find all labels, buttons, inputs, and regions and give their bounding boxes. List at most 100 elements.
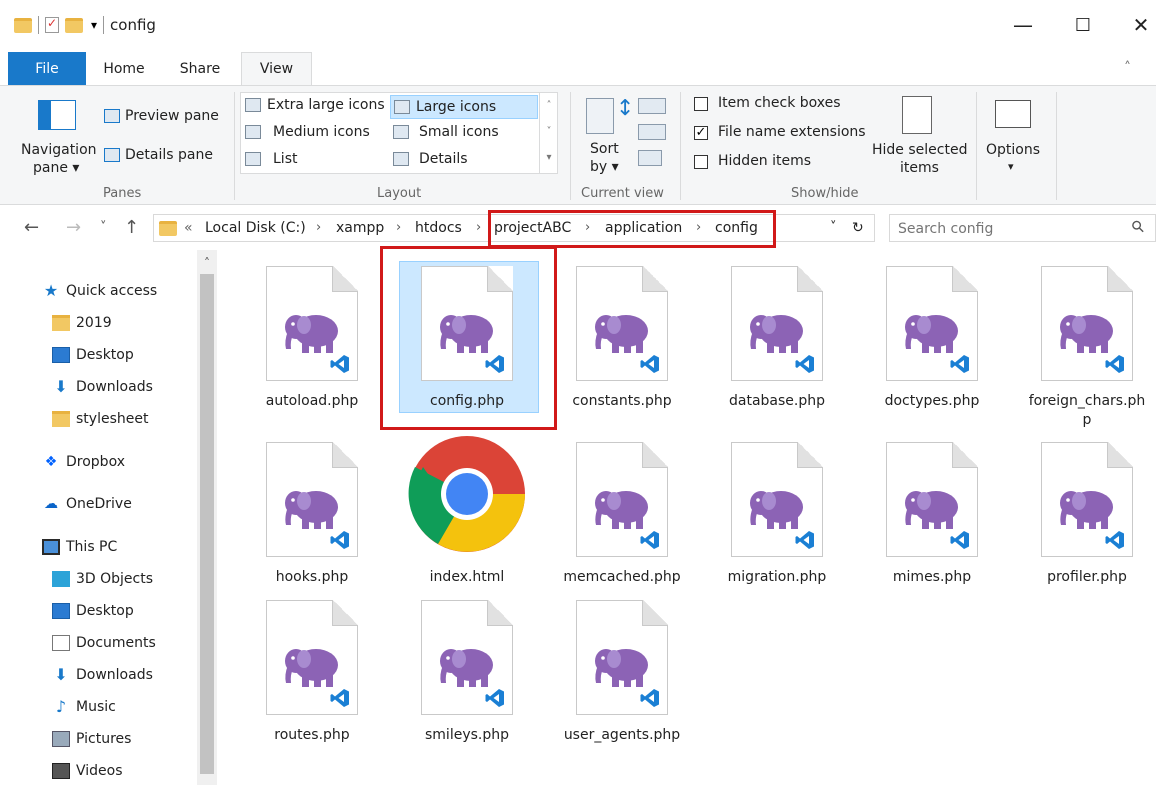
preview-pane-label: Preview pane	[125, 108, 219, 124]
pc-icon	[42, 539, 60, 555]
nav-item-desktop[interactable]: Desktop	[52, 342, 134, 368]
vscode-icon	[795, 355, 814, 373]
layout-details[interactable]: Details	[393, 151, 468, 167]
collapse-ribbon-icon[interactable]: ˄	[1124, 60, 1131, 76]
chevron-right-icon[interactable]: ›	[316, 220, 321, 235]
search-box[interactable]: ⚲	[889, 214, 1156, 242]
file-item[interactable]: routes.php	[237, 598, 387, 748]
scroll-thumb[interactable]	[200, 274, 214, 774]
ribbon-tabs: File Home Share View ˄	[0, 52, 1156, 85]
search-icon[interactable]: ⚲	[1127, 216, 1149, 238]
address-row: ← → ˅ ↑ « Local Disk (C:) › xampp › htdo…	[0, 206, 1156, 250]
nav-item-dropbox[interactable]: ❖ Dropbox	[42, 449, 125, 475]
minimize-button[interactable]: —	[1000, 10, 1046, 40]
tab-file[interactable]: File	[8, 52, 86, 85]
file-item[interactable]: database.php	[702, 264, 852, 414]
hidden-items-label: Hidden items	[718, 153, 812, 169]
close-button[interactable]: ✕	[1118, 10, 1156, 40]
tab-home[interactable]: Home	[96, 52, 152, 85]
file-item[interactable]: index.html	[392, 436, 542, 590]
small-icons-icon	[393, 125, 409, 139]
nav-item-label: Downloads	[76, 379, 153, 395]
file-item[interactable]: constants.php	[547, 264, 697, 414]
navigation-pane: ★ Quick access 2019 Desktop ⬇ Downloads styles…	[0, 250, 220, 785]
nav-item-this-pc[interactable]: This PC	[42, 534, 117, 560]
nav-item-label: Dropbox	[66, 454, 125, 470]
layout-list[interactable]: List	[245, 151, 297, 167]
maximize-button[interactable]: ☐	[1060, 10, 1106, 40]
nav-item-downloads[interactable]: ⬇ Downloads	[52, 662, 153, 688]
file-item[interactable]: user_agents.php	[547, 598, 697, 748]
file-item[interactable]: hooks.php	[237, 440, 387, 590]
nav-item-stylesheet[interactable]: stylesheet	[52, 406, 148, 432]
layout-extra-large[interactable]: Extra large icons	[245, 97, 385, 113]
item-check-boxes-checkbox[interactable]	[694, 97, 708, 111]
gallery-scroll[interactable]: ˄ ˅ ▾	[539, 93, 558, 173]
nav-item-label: Desktop	[76, 603, 134, 619]
tab-share[interactable]: Share	[172, 52, 228, 85]
file-name: database.php	[728, 393, 825, 409]
crumb-xampp[interactable]: xampp	[336, 220, 384, 236]
chevron-right-icon[interactable]: ›	[476, 220, 481, 235]
layout-small[interactable]: Small icons	[393, 124, 499, 140]
scroll-up-icon[interactable]: ˄	[197, 256, 217, 270]
up-button[interactable]: ↑	[124, 217, 139, 238]
nav-item-quick-access[interactable]: ★ Quick access	[42, 278, 157, 304]
nav-item-2019[interactable]: 2019	[52, 310, 112, 336]
nav-item-desktop[interactable]: Desktop	[52, 598, 134, 624]
php-elephant-icon	[595, 491, 648, 529]
back-button[interactable]: ←	[24, 217, 39, 238]
forward-button[interactable]: →	[66, 217, 81, 238]
overflow-chevron[interactable]: «	[184, 220, 193, 236]
file-item[interactable]: smileys.php	[392, 598, 542, 748]
recent-locations-button[interactable]: ˅	[100, 220, 107, 235]
folder-icon	[159, 221, 177, 236]
crumb-local-disk[interactable]: Local Disk (C:)	[205, 220, 306, 236]
php-elephant-icon	[905, 315, 958, 353]
sort-arrow-icon: ↕	[616, 96, 635, 121]
layout-medium[interactable]: Medium icons	[245, 124, 370, 140]
file-name-extensions-checkbox[interactable]: ✓	[694, 126, 708, 140]
file-item[interactable]: foreign_chars.ph p	[1012, 264, 1156, 428]
file-name: foreign_chars.ph	[1028, 393, 1146, 409]
nav-item-pictures[interactable]: Pictures	[52, 726, 131, 752]
sort-by-button[interactable]: ↕ Sort by ▾	[582, 94, 635, 182]
details-pane-button[interactable]: Details pane	[104, 145, 213, 165]
vscode-icon	[1105, 531, 1124, 549]
tab-view[interactable]: View	[241, 52, 312, 85]
refresh-icon[interactable]: ↻	[852, 220, 864, 236]
size-columns-icon[interactable]	[638, 150, 662, 166]
hidden-items-checkbox[interactable]	[694, 155, 708, 169]
nav-scrollbar[interactable]: ˄	[197, 250, 217, 785]
layout-large[interactable]: Large icons	[390, 95, 538, 119]
file-item[interactable]: migration.php	[702, 440, 852, 590]
customize-qat-icon[interactable]: ▾	[91, 18, 97, 32]
nav-item-downloads[interactable]: ⬇ Downloads	[52, 374, 153, 400]
nav-item-music[interactable]: ♪ Music	[52, 694, 116, 720]
preview-pane-button[interactable]: Preview pane	[104, 106, 219, 126]
navigation-pane-button[interactable]: Navigation pane ▾	[18, 94, 98, 178]
file-item[interactable]: memcached.php	[547, 440, 697, 590]
search-input[interactable]	[896, 218, 1120, 240]
properties-icon[interactable]: ✓	[45, 16, 59, 33]
nav-item-videos[interactable]: Videos	[52, 758, 123, 784]
nav-item-documents[interactable]: Documents	[52, 630, 156, 656]
crumb-htdocs[interactable]: htdocs	[415, 220, 462, 236]
hide-selected-label-2: items	[900, 160, 939, 176]
group-by-icon[interactable]	[638, 98, 666, 114]
file-item[interactable]: doctypes.php	[857, 264, 1007, 414]
nav-item-onedrive[interactable]: ☁ OneDrive	[42, 491, 132, 517]
file-document-icon	[576, 266, 668, 381]
file-item[interactable]: profiler.php	[1012, 440, 1156, 590]
vscode-icon	[795, 531, 814, 549]
nav-item-3d-objects[interactable]: 3D Objects	[52, 566, 153, 592]
address-dropdown-icon[interactable]: ˅	[830, 220, 837, 235]
chevron-right-icon[interactable]: ›	[396, 220, 401, 235]
file-item[interactable]: mimes.php	[857, 440, 1007, 590]
hide-selected-items-button[interactable]: Hide selected items	[868, 94, 968, 182]
options-button[interactable]: Options ▾	[982, 94, 1046, 182]
add-columns-icon[interactable]	[638, 124, 666, 140]
new-folder-icon[interactable]	[65, 17, 83, 33]
sort-icon	[586, 98, 614, 134]
file-item[interactable]: autoload.php	[237, 264, 387, 414]
